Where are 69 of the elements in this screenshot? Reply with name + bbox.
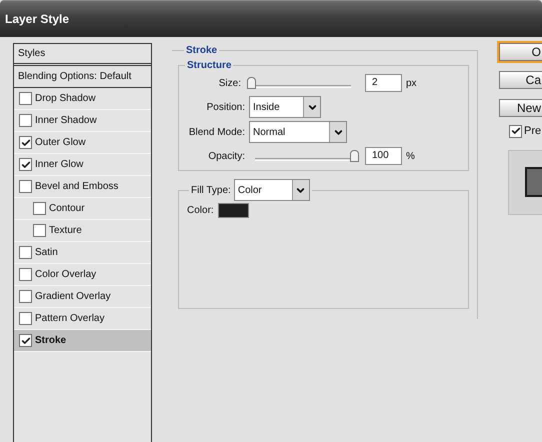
checkbox[interactable] <box>19 290 32 303</box>
dropdown[interactable]: Inside <box>249 96 321 118</box>
field-label: Color: <box>187 204 214 218</box>
checkbox[interactable] <box>19 158 32 171</box>
preview-label: Pre <box>524 124 542 139</box>
dropdown-value: Color <box>238 184 262 198</box>
unit-label: px <box>406 76 417 90</box>
field-label: Blend Mode: <box>188 126 246 140</box>
group-title: Stroke <box>185 44 218 58</box>
slider-thumb[interactable] <box>247 76 256 88</box>
style-item[interactable]: Color Overlay <box>14 264 151 286</box>
checkbox[interactable] <box>19 246 32 259</box>
style-item[interactable]: Drop Shadow <box>14 88 151 110</box>
style-label: Inner Shadow <box>35 114 97 128</box>
checkbox[interactable] <box>33 202 46 215</box>
style-item[interactable]: Texture <box>14 220 151 242</box>
checkbox[interactable] <box>19 334 32 347</box>
style-label: Satin <box>35 246 58 260</box>
group-title: Structure <box>186 59 232 73</box>
style-item[interactable]: Inner Glow <box>14 154 151 176</box>
blending-options-item[interactable]: Blending Options: Default <box>14 66 151 88</box>
dropdown-value: Inside <box>253 100 280 114</box>
style-label: Stroke <box>35 334 66 348</box>
window-title: Layer Style <box>5 11 70 28</box>
dropdown-value: Normal <box>253 126 286 140</box>
color-swatch[interactable] <box>218 203 249 218</box>
dialog-button[interactable]: New <box>499 99 542 117</box>
style-label: Outer Glow <box>35 136 86 150</box>
number-field[interactable]: 100 <box>365 147 402 165</box>
field-label: Fill Type: <box>191 184 231 198</box>
preview-swatch <box>525 167 542 197</box>
checkbox[interactable] <box>19 268 32 281</box>
check-icon <box>20 160 30 170</box>
check-icon <box>510 126 520 136</box>
checkbox[interactable] <box>19 180 32 193</box>
checkbox[interactable] <box>509 124 522 138</box>
field-label: Opacity: <box>207 150 246 164</box>
checkbox[interactable] <box>19 312 32 325</box>
style-item[interactable]: Gradient Overlay <box>14 286 151 308</box>
slider-thumb[interactable] <box>350 150 359 162</box>
style-item[interactable]: Outer Glow <box>14 132 151 154</box>
style-label: Inner Glow <box>35 158 84 172</box>
dropdown[interactable]: Normal <box>249 121 347 143</box>
field-label: Size: <box>218 76 242 90</box>
checkbox[interactable] <box>19 92 32 105</box>
number-field[interactable]: 2 <box>365 74 402 92</box>
style-label: Gradient Overlay <box>35 290 111 304</box>
checkbox[interactable] <box>19 114 32 127</box>
check-icon <box>20 138 30 148</box>
field-label: Position: <box>206 100 246 114</box>
style-label: Drop Shadow <box>35 92 96 106</box>
dropdown[interactable]: Color <box>234 179 310 201</box>
check-icon <box>20 336 30 346</box>
style-item[interactable]: Bevel and Emboss <box>14 176 151 198</box>
style-item[interactable]: Satin <box>14 242 151 264</box>
style-label: Contour <box>49 202 85 216</box>
checkbox[interactable] <box>33 224 46 237</box>
checkbox[interactable] <box>19 136 32 149</box>
style-item[interactable]: Contour <box>14 198 151 220</box>
dialog-button[interactable]: Ca <box>499 71 542 89</box>
style-item[interactable]: Inner Shadow <box>14 110 151 132</box>
unit-label: % <box>406 150 415 164</box>
style-label: Bevel and Emboss <box>35 180 118 194</box>
style-label: Pattern Overlay <box>35 312 104 326</box>
style-label: Color Overlay <box>35 268 96 282</box>
style-item[interactable]: Stroke <box>14 330 151 352</box>
list-header: Styles <box>14 44 151 66</box>
dialog-button[interactable]: O <box>499 43 542 61</box>
style-label: Texture <box>49 224 82 238</box>
